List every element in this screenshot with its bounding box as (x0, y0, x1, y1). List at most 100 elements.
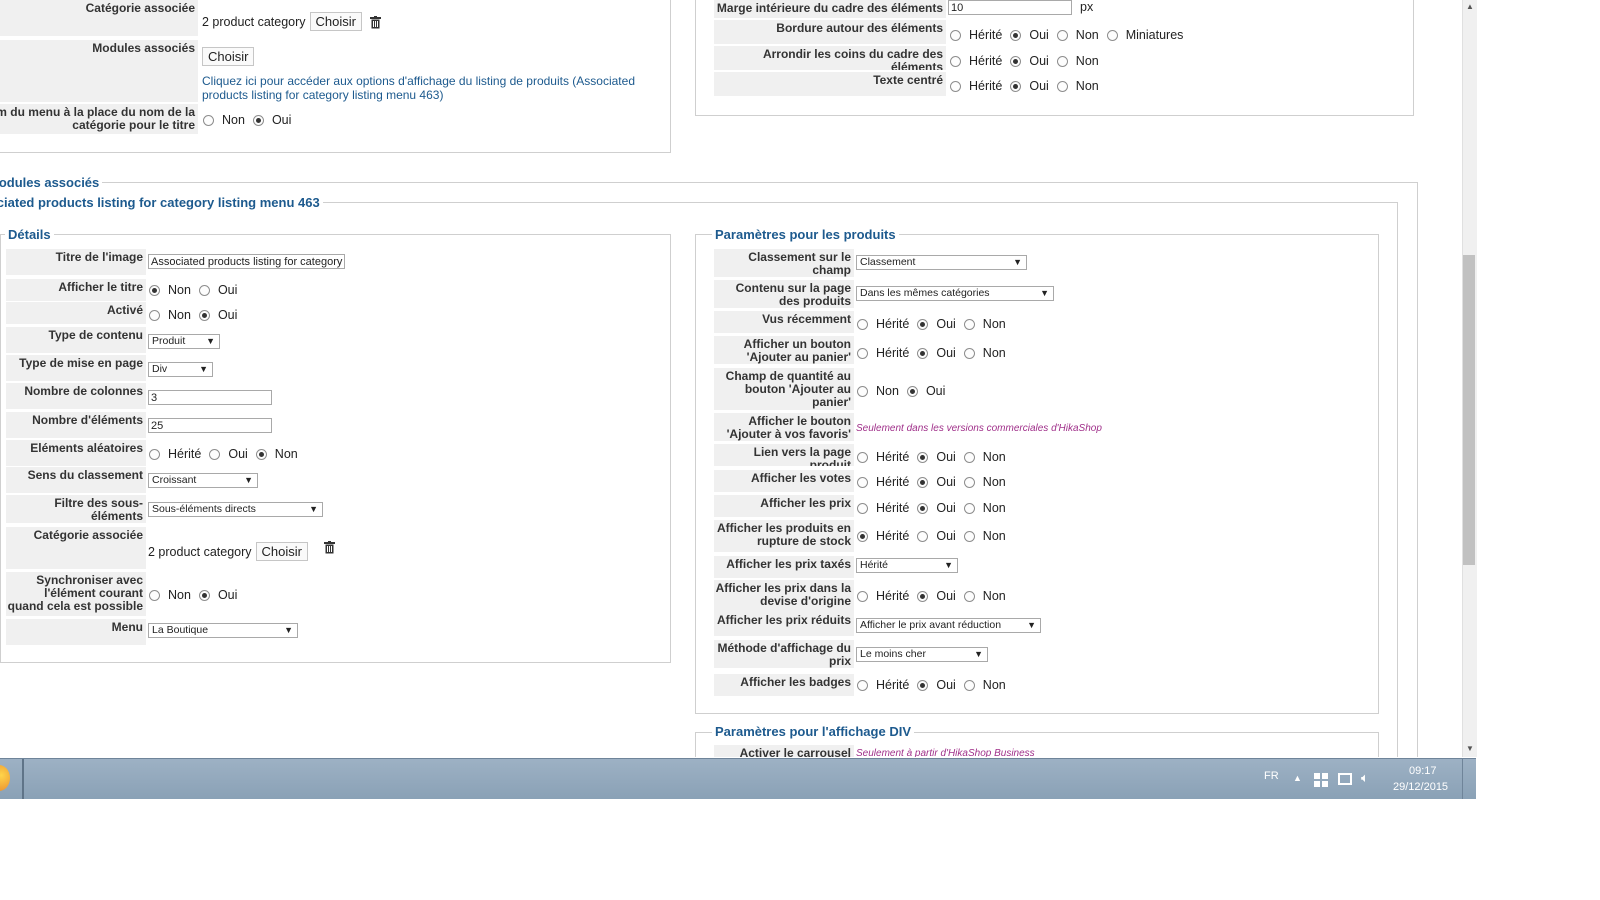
choose-category-button[interactable]: Choisir (309, 12, 363, 31)
show-desktop-button[interactable] (1462, 759, 1477, 799)
image-title-input[interactable]: Associated products listing for category… (148, 254, 345, 269)
sort-field-label: Classement sur le champ (714, 249, 854, 277)
rounded-inherited-radio[interactable] (950, 55, 961, 67)
scroll-up-arrow-icon[interactable]: ▲ (1466, 2, 1474, 11)
taxed-label: Afficher les prix taxés (714, 556, 854, 578)
out-stock-yes-radio[interactable] (917, 530, 929, 542)
random-label: Eléments aléatoires (6, 440, 146, 466)
recent-inherited-radio[interactable] (857, 318, 868, 330)
orig-currency-no-radio[interactable] (963, 590, 975, 602)
windows-icon[interactable] (1314, 773, 1328, 787)
badges-inherited-radio[interactable] (857, 679, 868, 691)
link-no-radio[interactable] (963, 451, 975, 463)
price-method-select[interactable]: Le moins cher ▼ (856, 647, 988, 662)
random-no-radio[interactable] (255, 448, 267, 460)
votes-no-radio[interactable] (963, 476, 975, 488)
trash-icon[interactable] (370, 15, 382, 28)
out-stock-no-radio[interactable] (963, 530, 975, 542)
prices-yes-radio[interactable] (917, 502, 929, 514)
show-title-no-radio[interactable] (149, 284, 160, 296)
show-hidden-icons-icon[interactable]: ▲ (1293, 773, 1302, 783)
product-params-legend: Paramètres pour les produits (712, 227, 899, 242)
page-content-select[interactable]: Dans les mêmes catégories ▼ (856, 286, 1054, 301)
menu-name-yes-radio[interactable] (252, 114, 264, 126)
browser-icon[interactable] (0, 765, 10, 791)
reduced-select[interactable]: Afficher le prix avant réduction ▼ (856, 618, 1041, 633)
show-title-yes-radio[interactable] (198, 284, 210, 296)
sync-no-radio[interactable] (149, 589, 160, 601)
cart-inherited-radio[interactable] (857, 347, 868, 359)
centered-inherited-radio[interactable] (950, 80, 961, 92)
chevron-down-icon: ▼ (199, 364, 208, 374)
taxed-select[interactable]: Hérité ▼ (856, 558, 958, 573)
wishlist-label: Afficher le bouton 'Ajouter à vos favori… (714, 413, 854, 441)
sync-yes-radio[interactable] (198, 589, 210, 601)
active-options: Non Oui (149, 308, 245, 322)
rounded-no-radio[interactable] (1056, 55, 1068, 67)
random-yes-radio[interactable] (209, 448, 221, 460)
border-yes-radio[interactable] (1010, 29, 1022, 41)
prices-inherited-radio[interactable] (857, 502, 868, 514)
link-label: Lien vers la page produit (714, 444, 854, 466)
sort-field-select[interactable]: Classement ▼ (856, 255, 1027, 270)
padding-input[interactable]: 10 (948, 0, 1072, 15)
active-no-radio[interactable] (149, 309, 160, 321)
layout-type-select[interactable]: Div ▼ (148, 362, 213, 377)
link-yes-radio[interactable] (917, 451, 929, 463)
volume-icon[interactable]: 🔈︎ (1361, 770, 1369, 786)
orig-currency-options: Hérité Oui Non (857, 589, 1014, 603)
centered-no-radio[interactable] (1056, 80, 1068, 92)
reduced-label: Afficher les prix réduits (714, 612, 854, 636)
scrollbar-thumb[interactable] (1463, 255, 1475, 565)
qty-yes-radio[interactable] (906, 385, 918, 397)
language-indicator[interactable]: FR (1264, 770, 1279, 782)
centered-yes-radio[interactable] (1010, 80, 1022, 92)
random-inherited-radio[interactable] (149, 448, 160, 460)
cart-yes-radio[interactable] (917, 347, 929, 359)
sync-label: Synchroniser avec l'élément courant quan… (6, 572, 146, 616)
choose-modules-button[interactable]: Choisir (202, 47, 255, 66)
cart-no-radio[interactable] (963, 347, 975, 359)
assoc-modules-label: Modules associés (0, 40, 198, 102)
recent-yes-radio[interactable] (917, 318, 929, 330)
sub-filter-select[interactable]: Sous-éléments directs ▼ (148, 502, 323, 517)
clock-date[interactable]: 29/12/2015 (1393, 781, 1448, 793)
wishlist-note: Seulement dans les versions commerciales… (856, 423, 1102, 434)
orig-currency-inherited-radio[interactable] (857, 590, 868, 602)
carousel-label: Activer le carrousel (714, 745, 854, 757)
border-thumbnails-radio[interactable] (1106, 29, 1118, 41)
scroll-down-arrow-icon[interactable]: ▼ (1466, 744, 1474, 753)
badges-yes-radio[interactable] (917, 679, 929, 691)
network-icon[interactable] (1338, 773, 1352, 785)
border-no-radio[interactable] (1056, 29, 1068, 41)
prices-no-radio[interactable] (963, 502, 975, 514)
qty-options: Non Oui (857, 384, 953, 398)
menu-label: Menu (6, 619, 146, 645)
votes-yes-radio[interactable] (917, 476, 929, 488)
clock-time[interactable]: 09:17 (1409, 765, 1437, 777)
content-type-select[interactable]: Produit ▼ (148, 334, 220, 349)
menu-select[interactable]: La Boutique ▼ (148, 623, 298, 638)
price-method-label: Méthode d'affichage du prix (714, 640, 854, 668)
items-count-input[interactable]: 25 (148, 418, 272, 433)
rounded-yes-radio[interactable] (1010, 55, 1022, 67)
modules-options-link[interactable]: Cliquez ici pour accéder aux options d'a… (202, 74, 652, 102)
trash-icon[interactable] (324, 540, 336, 553)
qty-no-radio[interactable] (857, 385, 868, 397)
badges-no-radio[interactable] (963, 679, 975, 691)
show-title-options: Non Oui (149, 283, 245, 297)
out-stock-inherited-radio[interactable] (857, 530, 868, 542)
columns-input[interactable]: 3 (148, 390, 272, 405)
choose-category-button-2[interactable]: Choisir (255, 542, 309, 561)
sub-filter-label: Filtre des sous-éléments (6, 495, 146, 523)
assoc-category-label: Catégorie associée (0, 0, 198, 36)
link-inherited-radio[interactable] (857, 451, 868, 463)
menu-name-no-radio[interactable] (203, 114, 214, 126)
random-options: Hérité Oui Non (149, 447, 306, 461)
border-inherited-radio[interactable] (950, 29, 961, 41)
votes-inherited-radio[interactable] (857, 476, 868, 488)
orig-currency-yes-radio[interactable] (917, 590, 929, 602)
active-yes-radio[interactable] (198, 309, 210, 321)
recent-no-radio[interactable] (963, 318, 975, 330)
order-dir-select[interactable]: Croissant ▼ (148, 473, 258, 488)
